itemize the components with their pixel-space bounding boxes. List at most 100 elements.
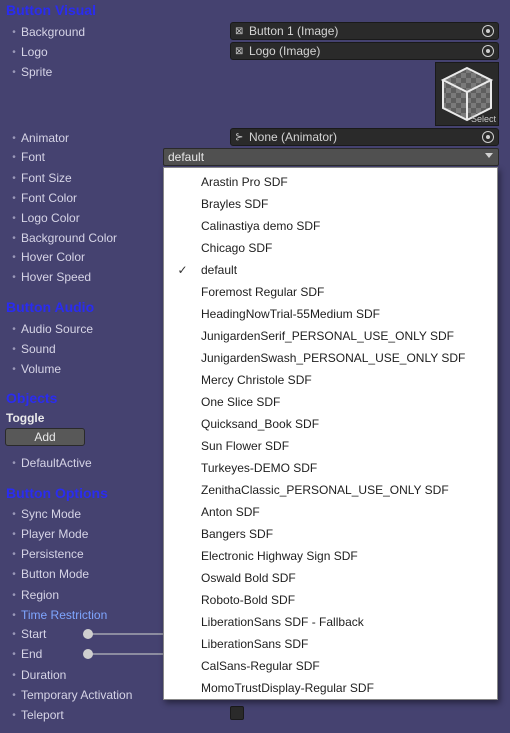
logo-row: • Logo — [8, 43, 48, 61]
logo-label: Logo — [21, 45, 48, 59]
button-mode-label: Button Mode — [21, 567, 90, 581]
image-icon: ⊠ — [235, 45, 244, 57]
chevron-down-icon — [485, 153, 493, 158]
font-label: Font — [21, 150, 46, 164]
font-menu-item[interactable]: Chicago SDF — [164, 237, 497, 259]
sync-mode-label: Sync Mode — [21, 507, 82, 521]
time-restriction-row[interactable]: • Time Restriction — [8, 606, 107, 624]
start-row: • Start — [8, 625, 46, 643]
font-menu-item[interactable]: JunigardenSwash_PERSONAL_USE_ONLY SDF — [164, 347, 497, 369]
sprite-field[interactable]: Select — [435, 62, 499, 126]
bullet-icon: • — [12, 251, 16, 263]
font-menu-item[interactable]: HeadingNowTrial-55Medium SDF — [164, 303, 497, 325]
bullet-icon: • — [12, 232, 16, 244]
time-restriction-label[interactable]: Time Restriction — [20, 608, 107, 622]
font-menu-item-label: CalSans-Regular SDF — [201, 659, 320, 673]
bullet-icon: • — [12, 151, 16, 163]
hover-speed-row: • Hover Speed — [8, 268, 91, 286]
font-menu-item-label: Chicago SDF — [201, 241, 273, 255]
end-label: End — [21, 647, 43, 661]
end-slider-track[interactable] — [88, 653, 163, 655]
end-slider-handle[interactable] — [83, 649, 93, 659]
button-mode-row: • Button Mode — [8, 565, 89, 583]
bullet-icon: • — [12, 528, 16, 540]
animator-field[interactable]: ⊱ None (Animator) — [230, 128, 499, 146]
font-size-row: • Font Size — [8, 169, 72, 187]
font-menu-item[interactable]: Roboto-Bold SDF — [164, 589, 497, 611]
start-slider-handle[interactable] — [83, 629, 93, 639]
font-menu-item-label: One Slice SDF — [201, 395, 281, 409]
font-menu-item[interactable]: Electronic Highway Sign SDF — [164, 545, 497, 567]
font-dropdown-value: default — [168, 150, 205, 164]
background-field[interactable]: ⊠ Button 1 (Image) — [230, 22, 499, 40]
animator-value: None (Animator) — [249, 130, 338, 144]
start-slider-track[interactable] — [88, 633, 163, 635]
font-menu-item-label: Roboto-Bold SDF — [201, 593, 296, 607]
bullet-icon: • — [12, 26, 16, 38]
object-picker-icon[interactable] — [482, 45, 494, 57]
checkmark-icon: ✓ — [177, 263, 188, 277]
font-menu-item[interactable]: Mercy Christole SDF — [164, 369, 497, 391]
logo-value: Logo (Image) — [249, 44, 321, 58]
add-button[interactable]: Add — [5, 428, 85, 446]
sprite-row: • Sprite — [8, 63, 52, 81]
font-menu-item[interactable]: Sun Flower SDF — [164, 435, 497, 457]
font-menu-item-label: Brayles SDF — [201, 197, 269, 211]
font-dropdown[interactable]: default — [163, 148, 499, 166]
sprite-select-label[interactable]: Select — [471, 114, 496, 124]
font-menu-item[interactable]: CalSans-Regular SDF — [164, 655, 497, 677]
font-menu-item[interactable]: LiberationSans SDF — [164, 633, 497, 655]
font-menu-item[interactable]: Brayles SDF — [164, 193, 497, 215]
font-menu-item[interactable]: JunigardenSerif_PERSONAL_USE_ONLY SDF — [164, 325, 497, 347]
font-menu-item[interactable]: Anton SDF — [164, 501, 497, 523]
duration-label: Duration — [21, 668, 67, 682]
logo-field[interactable]: ⊠ Logo (Image) — [230, 42, 499, 60]
object-picker-icon[interactable] — [482, 25, 494, 37]
bullet-icon: • — [12, 343, 16, 355]
sync-mode-row: • Sync Mode — [8, 505, 81, 523]
font-row: • Font — [8, 148, 45, 166]
font-menu-item[interactable]: Oswald Bold SDF — [164, 567, 497, 589]
font-menu-item[interactable]: LiberationSans SDF - Fallback — [164, 611, 497, 633]
font-menu-item[interactable]: One Slice SDF — [164, 391, 497, 413]
player-mode-label: Player Mode — [21, 527, 89, 541]
teleport-checkbox[interactable] — [230, 706, 244, 720]
font-menu-item[interactable]: Turkeyes-DEMO SDF — [164, 457, 497, 479]
teleport-label: Teleport — [21, 708, 64, 722]
font-menu-item[interactable]: Bangers SDF — [164, 523, 497, 545]
bullet-icon: • — [12, 457, 16, 469]
bullet-icon: • — [12, 589, 16, 601]
font-menu-item[interactable]: Calinastiya demo SDF — [164, 215, 497, 237]
font-color-label: Font Color — [21, 191, 78, 205]
default-active-label: DefaultActive — [21, 456, 92, 470]
logo-color-row: • Logo Color — [8, 209, 79, 227]
volume-label: Volume — [21, 362, 62, 376]
object-picker-icon[interactable] — [482, 131, 494, 143]
font-menu-item[interactable]: Quicksand_Book SDF — [164, 413, 497, 435]
font-menu-item[interactable]: Arastin Pro SDF — [164, 171, 497, 193]
font-menu-item[interactable]: ✓ default — [164, 259, 497, 281]
background-row: • Background — [8, 23, 85, 41]
section-button-visual: Button Visual — [6, 2, 96, 18]
audio-source-label: Audio Source — [21, 322, 94, 336]
bullet-icon: • — [12, 46, 16, 58]
font-menu-item-label: HeadingNowTrial-55Medium SDF — [201, 307, 380, 321]
font-size-label: Font Size — [21, 171, 72, 185]
font-menu-item-label: ZenithaClassic_PERSONAL_USE_ONLY SDF — [201, 483, 449, 497]
font-menu-item-label: Bangers SDF — [201, 527, 274, 541]
temporary-activation-label: Temporary Activation — [21, 688, 133, 702]
animator-icon: ⊱ — [235, 131, 244, 143]
font-menu-item[interactable]: Foremost Regular SDF — [164, 281, 497, 303]
animator-label: Animator — [21, 131, 70, 145]
player-mode-row: • Player Mode — [8, 525, 88, 543]
font-menu-item-label: LiberationSans SDF — [201, 637, 309, 651]
font-color-row: • Font Color — [8, 189, 77, 207]
persistence-label: Persistence — [21, 547, 84, 561]
sound-label: Sound — [21, 342, 56, 356]
font-menu-item[interactable]: MomoTrustDisplay-Regular SDF — [164, 677, 497, 699]
bullet-icon: • — [12, 628, 16, 640]
font-menu-item[interactable]: ZenithaClassic_PERSONAL_USE_ONLY SDF — [164, 479, 497, 501]
bullet-icon: • — [12, 212, 16, 224]
font-menu-item-label: JunigardenSwash_PERSONAL_USE_ONLY SDF — [201, 351, 466, 365]
teleport-row: • Teleport — [8, 706, 64, 724]
